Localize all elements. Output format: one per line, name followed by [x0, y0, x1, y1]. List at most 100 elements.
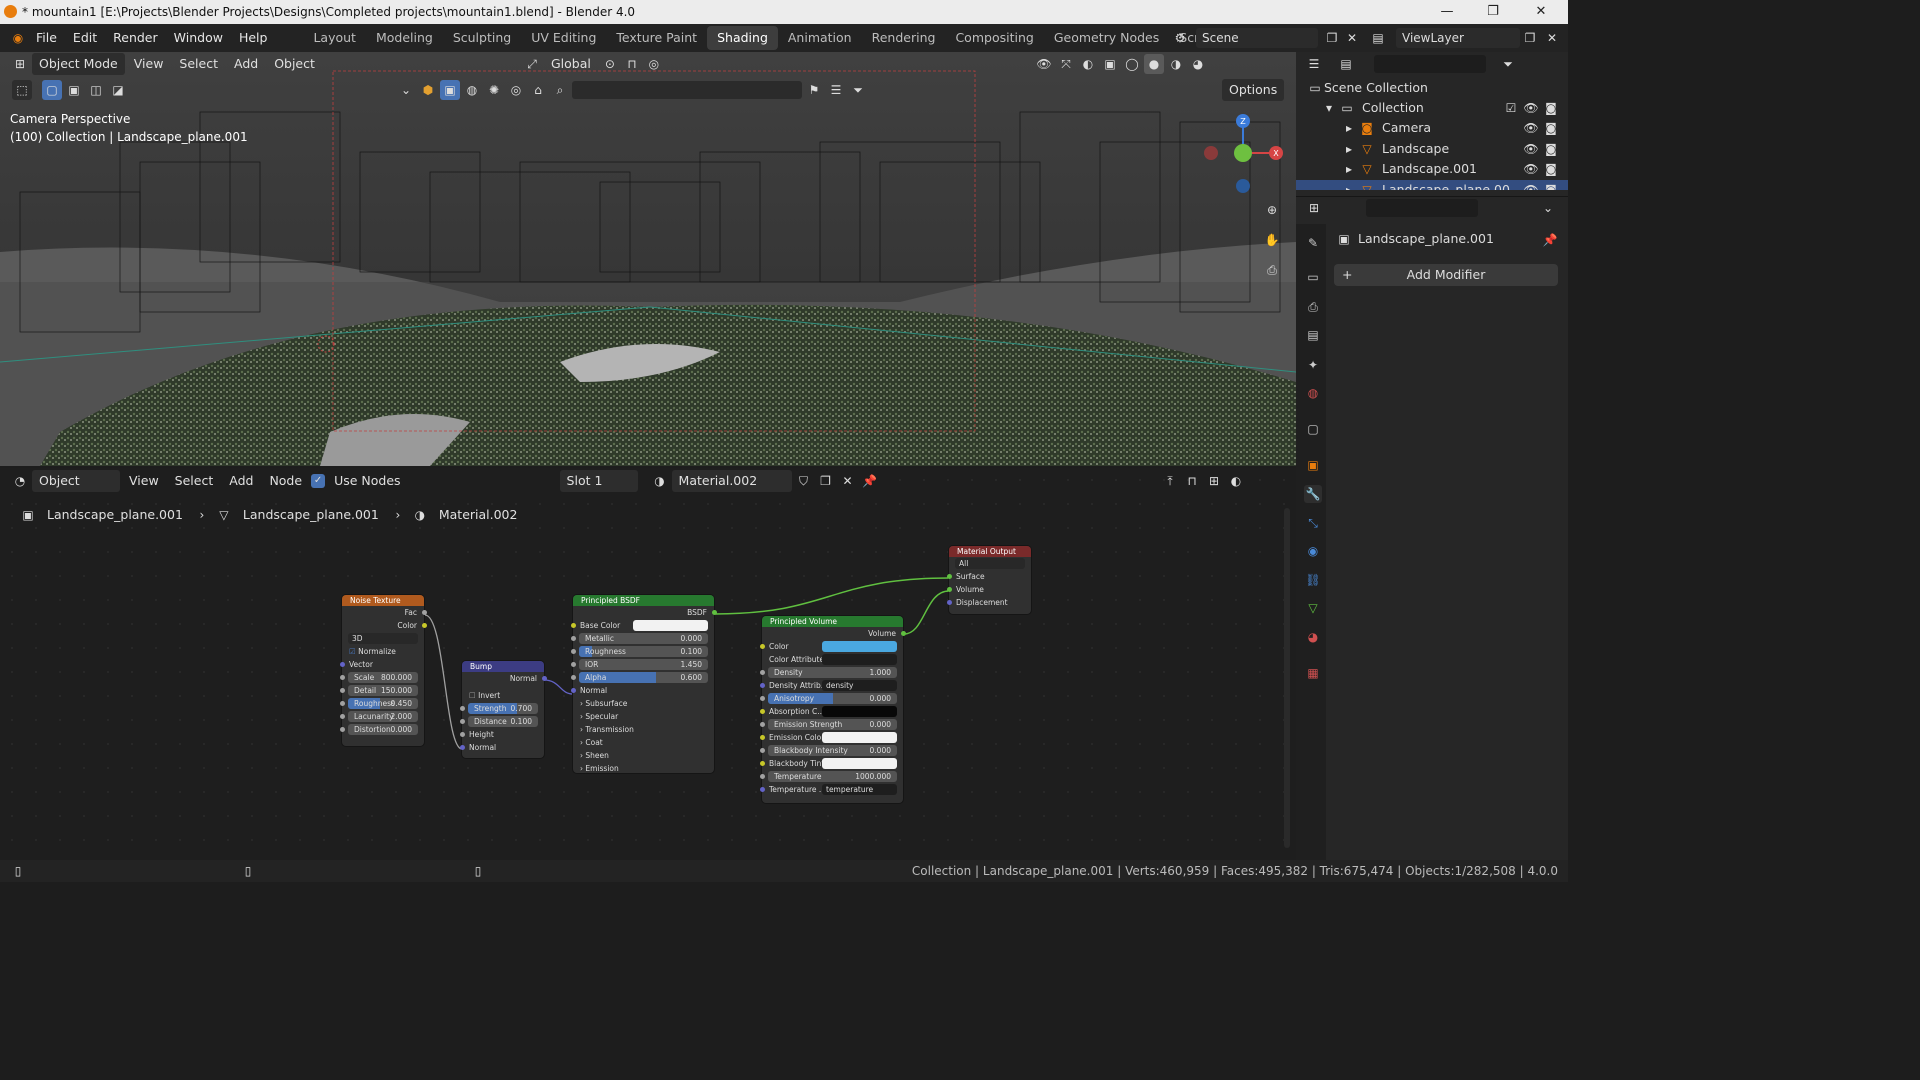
physics-tab-icon[interactable]: ◉	[1304, 542, 1322, 560]
volume-anisotropy-field[interactable]: Anisotropy 0.000	[759, 692, 903, 705]
outliner-item-landscape-plane-00[interactable]: ▸ ▽ Landscape_plane.00 👁 ◙	[1296, 179, 1568, 190]
bsdf-metallic[interactable]: Metallic 0.000	[570, 632, 714, 645]
bump-strength-slider[interactable]: Strength 0.700	[468, 703, 538, 714]
properties-editor-type-icon[interactable]: ⊞	[1304, 198, 1324, 218]
volume-emission-color[interactable]: Emission Color	[759, 731, 903, 744]
volume-blackbody-tint[interactable]: Blackbody Tint	[759, 757, 903, 770]
zoom-icon[interactable]: ⊕	[1262, 200, 1282, 220]
bsdf-metallic-slider[interactable]: Metallic 0.000	[579, 633, 708, 644]
volume-temperature-field[interactable]: Temperature 1000.000	[759, 770, 903, 783]
pan-hand-icon[interactable]: ✋	[1262, 230, 1282, 250]
view-layer-tab-icon[interactable]: ▤	[1304, 326, 1322, 344]
input-socket[interactable]	[570, 662, 576, 667]
bump-distance[interactable]: Distance 0.100	[459, 715, 544, 728]
bump-invert-checkbox[interactable]: ☐ Invert	[462, 689, 544, 702]
texture-tab-icon[interactable]: ▦	[1304, 664, 1322, 682]
scene-tab-icon[interactable]: ✦	[1304, 356, 1322, 374]
noise-detail[interactable]: Detail 150.000	[339, 684, 424, 697]
blender-menu-icon[interactable]: ◉	[8, 28, 28, 48]
bsdf-panel-coat[interactable]: › Coat	[573, 736, 714, 749]
bookmark-icon[interactable]: ⚑	[804, 80, 824, 100]
volume-emission-strength-field-inner-slider[interactable]: Emission Strength 0.000	[768, 719, 897, 730]
eye-icon[interactable]: 👁	[1522, 119, 1540, 137]
bsdf-ior[interactable]: IOR 1.450	[570, 658, 714, 671]
particles-tab-icon[interactable]: ⤡	[1304, 514, 1322, 532]
expand-icon[interactable]: ▸	[1340, 181, 1358, 190]
menu-window[interactable]: Window	[166, 24, 231, 52]
close-button[interactable]: ✕	[1518, 0, 1564, 24]
outliner-search-input[interactable]	[1374, 55, 1486, 73]
input-socket[interactable]	[339, 714, 345, 719]
filter-icon[interactable]: ⏷	[848, 80, 868, 100]
input-socket[interactable]	[339, 675, 345, 680]
material-output-node[interactable]: Material Output All Surface Volume Displ…	[946, 546, 1031, 614]
bump-distance-slider[interactable]: Distance 0.100	[468, 716, 538, 727]
noise-normalize-checkbox[interactable]: ☑ Normalize	[342, 645, 424, 658]
proportional-edit-icon[interactable]: ◎	[644, 54, 664, 74]
tab-rendering[interactable]: Rendering	[862, 26, 946, 50]
noise-dimension-dropdown[interactable]: 3D	[342, 632, 424, 645]
outliner-item-landscape[interactable]: ▸ ▽ Landscape 👁 ◙	[1296, 139, 1568, 159]
wireframe-shading-icon[interactable]: ◯	[1122, 54, 1142, 74]
rendered-shading-icon[interactable]: ◕	[1188, 54, 1208, 74]
noise-lacunarity-slider[interactable]: Lacunarity 2.000	[348, 711, 418, 722]
camera-render-icon[interactable]: ◙	[1542, 140, 1560, 158]
output-target-dropdown[interactable]: All	[949, 557, 1031, 570]
modifier-tab-icon[interactable]: 🔧	[1304, 485, 1322, 503]
view-layer-icon[interactable]: ▤	[1368, 28, 1388, 48]
outliner-collection-row[interactable]: ▾ ▭ Collection ☑ 👁 ◙	[1296, 98, 1568, 118]
input-socket[interactable]	[339, 701, 345, 706]
expand-icon[interactable]: ▾	[1320, 99, 1338, 117]
bsdf-roughness[interactable]: Roughness 0.100	[570, 645, 714, 658]
volume-temperature-field-inner-slider[interactable]: Temperature 1000.000	[768, 771, 897, 782]
view-layer-field[interactable]: ViewLayer	[1396, 28, 1520, 48]
eye-icon[interactable]: 👁	[1522, 99, 1540, 117]
tab-sculpting[interactable]: Sculpting	[443, 26, 521, 50]
volume-color-attribute[interactable]: Color Attribute	[762, 653, 903, 666]
display-mode-icon[interactable]: ▤	[1336, 54, 1356, 74]
noise-roughness[interactable]: Roughness 0.450	[339, 697, 424, 710]
transform-orientation-dropdown[interactable]: Global	[544, 53, 598, 75]
tab-texture-paint[interactable]: Texture Paint	[606, 26, 707, 50]
input-socket[interactable]	[759, 774, 765, 779]
viewport-menu-object[interactable]: Object	[267, 53, 322, 75]
collection-tab-icon[interactable]: ▢	[1304, 420, 1322, 438]
expand-icon[interactable]: ▸	[1340, 140, 1358, 158]
menu-edit[interactable]: Edit	[65, 24, 105, 52]
minimize-button[interactable]: —	[1424, 0, 1470, 24]
tab-modeling[interactable]: Modeling	[366, 26, 443, 50]
constraints-tab-icon[interactable]: ⛓	[1304, 571, 1322, 589]
menu-render[interactable]: Render	[105, 24, 166, 52]
bsdf-panel-emission[interactable]: › Emission	[573, 762, 714, 775]
volume-density-field-inner-slider[interactable]: Density 1.000	[768, 667, 897, 678]
volume-absorption-color[interactable]: Absorption C...	[759, 705, 903, 718]
object-tab-icon[interactable]: ▣	[1304, 456, 1322, 474]
shader-node-editor[interactable]: ◔ Object View Select Add Node ✓ Use Node…	[0, 468, 1296, 860]
bsdf-panel-transmission[interactable]: › Transmission	[573, 723, 714, 736]
output-tab-icon[interactable]: ⎙	[1304, 298, 1322, 316]
input-socket[interactable]	[759, 670, 765, 675]
tab-geometry-nodes[interactable]: Geometry Nodes	[1044, 26, 1169, 50]
world-icon[interactable]: ◎	[506, 80, 526, 100]
outliner-item-landscape-001[interactable]: ▸ ▽ Landscape.001 👁 ◙	[1296, 159, 1568, 179]
tab-shading[interactable]: Shading	[707, 26, 778, 50]
shading-sphere-icon[interactable]: ◍	[462, 80, 482, 100]
layout-icon[interactable]: ☰	[826, 80, 846, 100]
noise-distortion[interactable]: Distortion 0.000	[339, 723, 424, 736]
render-tab-icon[interactable]: ▭	[1304, 268, 1322, 286]
xray-icon[interactable]: ▣	[1100, 54, 1120, 74]
delete-view-layer-icon[interactable]: ✕	[1542, 28, 1562, 48]
snap-icon[interactable]: ⊓	[622, 54, 642, 74]
object-type-icon[interactable]: ⬢	[418, 80, 438, 100]
exclude-checkbox-icon[interactable]: ☑	[1502, 99, 1520, 117]
node-editor-scrollbar[interactable]	[1284, 508, 1290, 848]
noise-distortion-slider[interactable]: Distortion 0.000	[348, 724, 418, 735]
solid-shading-icon[interactable]: ●	[1144, 54, 1164, 74]
camera-view-icon[interactable]: ⎙	[1262, 260, 1282, 280]
expand-icon[interactable]: ▸	[1340, 119, 1358, 137]
tab-layout[interactable]: Layout	[303, 26, 366, 50]
input-socket[interactable]	[570, 675, 576, 680]
bounds-icon[interactable]: ▣	[440, 80, 460, 100]
select-tool-icon[interactable]: ⬚	[12, 80, 32, 100]
camera-render-icon[interactable]: ◙	[1542, 160, 1560, 178]
